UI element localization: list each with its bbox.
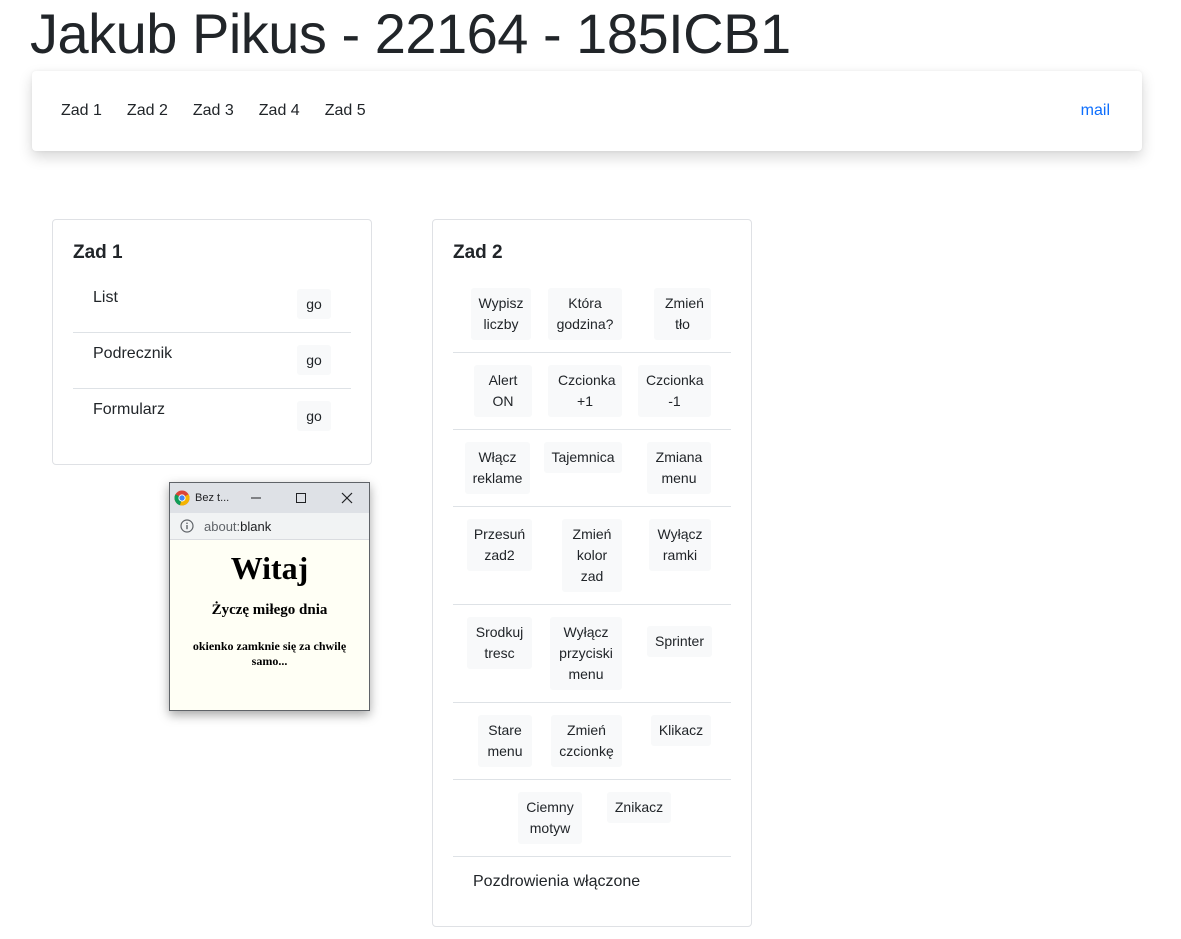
divider: [453, 604, 731, 605]
list-item: Podrecznik go: [73, 332, 351, 389]
nav-link-zad1[interactable]: Zad 1: [61, 102, 102, 120]
tajemnica-button[interactable]: Tajemnica: [544, 442, 622, 473]
divider: [453, 702, 731, 703]
nav-link-zad2[interactable]: Zad 2: [127, 102, 168, 120]
top-navbar: Zad 1 Zad 2 Zad 3 Zad 4 Zad 5 mail: [32, 71, 1142, 151]
zad1-title: Zad 1: [73, 242, 123, 263]
zmien-czcionke-button[interactable]: Zmień czcionkę: [551, 715, 622, 767]
klikacz-button[interactable]: Klikacz: [651, 715, 711, 746]
nav-link-mail[interactable]: mail: [1081, 102, 1110, 120]
wylacz-ramki-button[interactable]: Wyłącz ramki: [649, 519, 711, 571]
info-icon[interactable]: [180, 519, 194, 538]
go-button-formularz[interactable]: go: [297, 401, 331, 431]
chrome-icon: [174, 490, 190, 511]
url-path: blank: [240, 519, 272, 534]
divider: [453, 352, 731, 353]
zmien-kolor-zad-button[interactable]: Zmień kolor zad: [562, 519, 622, 592]
przesun-zad2-button[interactable]: Przesuń zad2: [467, 519, 532, 571]
alert-on-button[interactable]: Alert ON: [474, 365, 532, 417]
list-item: Formularz go: [73, 388, 351, 445]
list-item-label: Podrecznik: [93, 345, 173, 362]
wylacz-przyciski-menu-button[interactable]: Wyłącz przyciski menu: [550, 617, 622, 690]
popup-address-bar[interactable]: about:blank: [170, 513, 369, 540]
popup-content: Witaj Życzę miłego dnia okienko zamknie …: [170, 550, 369, 669]
zad2-title: Zad 2: [453, 242, 503, 263]
list-item: List go: [73, 277, 351, 333]
popup-heading: Witaj: [230, 550, 309, 586]
sprinter-button[interactable]: Sprinter: [647, 626, 712, 657]
list-item-label: Formularz: [93, 401, 166, 418]
ktora-godzina-button[interactable]: Która godzina?: [548, 288, 622, 340]
divider: [453, 429, 731, 430]
zad2-card: Zad 2 Wypisz liczby Która godzina? Zmień…: [432, 219, 752, 927]
close-icon[interactable]: [336, 487, 358, 509]
divider: [453, 779, 731, 780]
popup-note: okienko zamknie się za chwilę samo...: [192, 639, 347, 668]
divider: [453, 856, 731, 857]
list-item-label: List: [93, 289, 118, 306]
czcionka-minus-button[interactable]: Czcionka -1: [638, 365, 711, 417]
go-button-list[interactable]: go: [297, 289, 331, 319]
url-scheme: about:: [204, 519, 241, 534]
zmiana-menu-button[interactable]: Zmiana menu: [647, 442, 711, 494]
go-button-podrecznik[interactable]: go: [297, 345, 331, 375]
nav-link-zad5[interactable]: Zad 5: [325, 102, 366, 120]
stare-menu-button[interactable]: Stare menu: [478, 715, 532, 767]
zmien-tlo-button[interactable]: Zmień tło: [654, 288, 711, 340]
popup-tab-title: Bez t...: [195, 492, 230, 504]
minimize-icon[interactable]: [245, 487, 267, 509]
wlacz-reklame-button[interactable]: Włącz reklame: [465, 442, 530, 494]
popup-titlebar[interactable]: Bez t...: [170, 483, 369, 513]
popup-window: Bez t... about:blank Witaj Życzę miłego …: [169, 482, 370, 711]
znikacz-button[interactable]: Znikacz: [607, 792, 671, 823]
popup-subheading: Życzę miłego dnia: [211, 602, 328, 618]
divider: [453, 506, 731, 507]
zad1-card: Zad 1 List go Podrecznik go Formularz go: [52, 219, 372, 465]
nav-link-zad4[interactable]: Zad 4: [259, 102, 300, 120]
page-title: Jakub Pikus - 22164 - 185ICB1: [30, 2, 791, 65]
ciemny-motyw-button[interactable]: Ciemny motyw: [518, 792, 582, 844]
maximize-icon[interactable]: [290, 487, 312, 509]
nav-link-zad3[interactable]: Zad 3: [193, 102, 234, 120]
nav-links: Zad 1 Zad 2 Zad 3 Zad 4 Zad 5: [61, 102, 366, 120]
srodkuj-tresc-button[interactable]: Srodkuj tresc: [467, 617, 532, 669]
czcionka-plus-button[interactable]: Czcionka +1: [548, 365, 622, 417]
popup-url: about:blank: [204, 519, 271, 534]
greeting-status: Pozdrowienia włączone: [473, 873, 641, 890]
wypisz-liczby-button[interactable]: Wypisz liczby: [471, 288, 531, 340]
